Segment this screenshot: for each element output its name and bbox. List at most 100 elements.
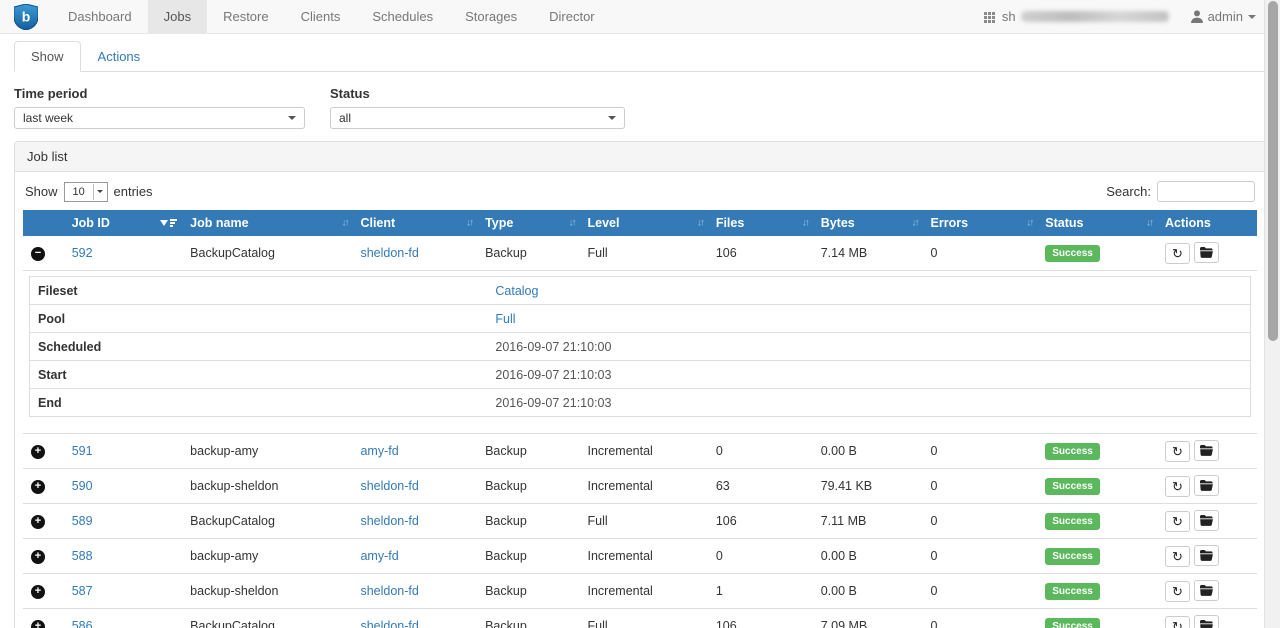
tab-show[interactable]: Show [14, 41, 81, 72]
sort-bars [170, 219, 177, 227]
job-files-button[interactable] [1194, 510, 1219, 531]
baculum-logo[interactable]: b [0, 0, 52, 33]
client-link[interactable]: amy-fd [360, 549, 398, 563]
restart-job-button[interactable]: ↻ [1165, 243, 1190, 264]
restart-job-button[interactable]: ↻ [1165, 581, 1190, 602]
job-detail-table: FilesetCatalogPoolFullScheduled2016-09-0… [29, 276, 1251, 417]
time-period-select[interactable]: last week [14, 107, 305, 129]
job-files-button[interactable] [1194, 440, 1219, 461]
job-row: +588backup-amyamy-fdBackupIncremental00.… [23, 539, 1257, 574]
job-id-link[interactable]: 591 [72, 444, 93, 458]
job-row: +591backup-amyamy-fdBackupIncremental00.… [23, 434, 1257, 469]
client-link[interactable]: sheldon-fd [360, 619, 418, 628]
nav-item-director[interactable]: Director [533, 0, 611, 33]
vertical-scrollbar[interactable] [1264, 0, 1280, 628]
type-cell: Backup [477, 574, 579, 609]
job-id-link[interactable]: 587 [72, 584, 93, 598]
job-files-button[interactable] [1194, 242, 1219, 263]
top-navbar: b DashboardJobsRestoreClientsSchedulesSt… [0, 0, 1280, 34]
column-header-type[interactable]: Type↓↑ [477, 210, 579, 236]
actions-cell: ↻ [1157, 504, 1257, 539]
expand-cell: + [23, 434, 64, 469]
collapse-row-button[interactable]: − [31, 247, 45, 261]
entries-value: 10 [73, 186, 85, 198]
nav-item-storages[interactable]: Storages [449, 0, 533, 33]
client-link[interactable]: sheldon-fd [360, 246, 418, 260]
status-select[interactable]: all [330, 107, 625, 129]
tab-actions[interactable]: Actions [81, 41, 158, 72]
filters-row: Time period last week Status all [14, 86, 1266, 129]
restart-job-button[interactable]: ↻ [1165, 441, 1190, 462]
column-header-status[interactable]: Status↓↑ [1037, 210, 1157, 236]
restart-job-button[interactable]: ↻ [1165, 546, 1190, 567]
job-id-link[interactable]: 592 [72, 246, 93, 260]
detail-label: Start [30, 361, 488, 389]
user-icon [1191, 10, 1203, 23]
nav-item-schedules[interactable]: Schedules [356, 0, 449, 33]
scrollbar-thumb[interactable] [1268, 1, 1278, 341]
client-link[interactable]: sheldon-fd [360, 514, 418, 528]
nav-item-clients[interactable]: Clients [285, 0, 357, 33]
column-header-files[interactable]: Files↓↑ [708, 210, 813, 236]
job-files-button[interactable] [1194, 580, 1219, 601]
user-menu[interactable]: admin [1191, 9, 1256, 24]
job-id-link[interactable]: 590 [72, 479, 93, 493]
job-id-link[interactable]: 586 [72, 619, 93, 628]
folder-icon [1200, 550, 1213, 561]
column-header-level[interactable]: Level↓↑ [580, 210, 708, 236]
job-files-button[interactable] [1194, 475, 1219, 496]
folder-icon [1200, 247, 1213, 258]
job-id-cell: 588 [64, 539, 182, 574]
column-header-bytes[interactable]: Bytes↓↑ [813, 210, 923, 236]
level-cell: Full [580, 609, 708, 628]
client-cell: sheldon-fd [352, 236, 477, 271]
expand-row-button[interactable]: + [31, 550, 45, 564]
expand-row-button[interactable]: + [31, 515, 45, 529]
expand-row-button[interactable]: + [31, 480, 45, 494]
host-selector[interactable]: sh [984, 9, 1169, 24]
column-header-client[interactable]: Client↓↑ [352, 210, 477, 236]
status-cell: Success [1037, 469, 1157, 504]
job-row: +590backup-sheldonsheldon-fdBackupIncrem… [23, 469, 1257, 504]
bytes-cell: 79.41 KB [813, 469, 923, 504]
pool-link[interactable]: Full [495, 312, 515, 326]
type-cell: Backup [477, 504, 579, 539]
column-header-job-name[interactable]: Job name↓↑ [182, 210, 352, 236]
nav-item-jobs[interactable]: Jobs [148, 0, 207, 33]
nav-item-dashboard[interactable]: Dashboard [52, 0, 148, 33]
entries-select[interactable]: 10 [64, 182, 108, 202]
job-files-button[interactable] [1194, 615, 1219, 628]
status-cell: Success [1037, 236, 1157, 271]
column-header-errors[interactable]: Errors↓↑ [923, 210, 1038, 236]
expand-row-button[interactable]: + [31, 585, 45, 599]
detail-label: Pool [30, 305, 488, 333]
client-link[interactable]: sheldon-fd [360, 584, 418, 598]
sort-arrow-down [160, 220, 168, 226]
time-period-filter: Time period last week [14, 86, 305, 129]
client-cell: sheldon-fd [352, 504, 477, 539]
nav-item-restore[interactable]: Restore [207, 0, 285, 33]
job-id-link[interactable]: 589 [72, 514, 93, 528]
detail-value: 2016-09-07 21:10:03 [487, 389, 1250, 417]
client-link[interactable]: amy-fd [360, 444, 398, 458]
restart-job-button[interactable]: ↻ [1165, 616, 1190, 628]
restart-job-button[interactable]: ↻ [1165, 511, 1190, 532]
client-link[interactable]: sheldon-fd [360, 479, 418, 493]
detail-value: 2016-09-07 21:10:00 [487, 333, 1250, 361]
sort-icon: ↓↑ [1026, 218, 1032, 229]
fileset-link[interactable]: Catalog [495, 284, 538, 298]
search-input[interactable] [1157, 181, 1255, 202]
job-files-button[interactable] [1194, 545, 1219, 566]
sort-icon: ↓↑ [466, 218, 472, 229]
restart-job-button[interactable]: ↻ [1165, 476, 1190, 497]
expand-row-button[interactable]: + [31, 620, 45, 628]
job-name-cell: BackupCatalog [182, 236, 352, 271]
detail-value: 2016-09-07 21:10:03 [487, 361, 1250, 389]
job-name-cell: backup-sheldon [182, 574, 352, 609]
expand-row-button[interactable]: + [31, 445, 45, 459]
job-id-link[interactable]: 588 [72, 549, 93, 563]
errors-cell: 0 [923, 504, 1038, 539]
expand-cell: + [23, 504, 64, 539]
column-header-job-id[interactable]: Job ID [64, 210, 182, 236]
files-cell: 106 [708, 236, 813, 271]
